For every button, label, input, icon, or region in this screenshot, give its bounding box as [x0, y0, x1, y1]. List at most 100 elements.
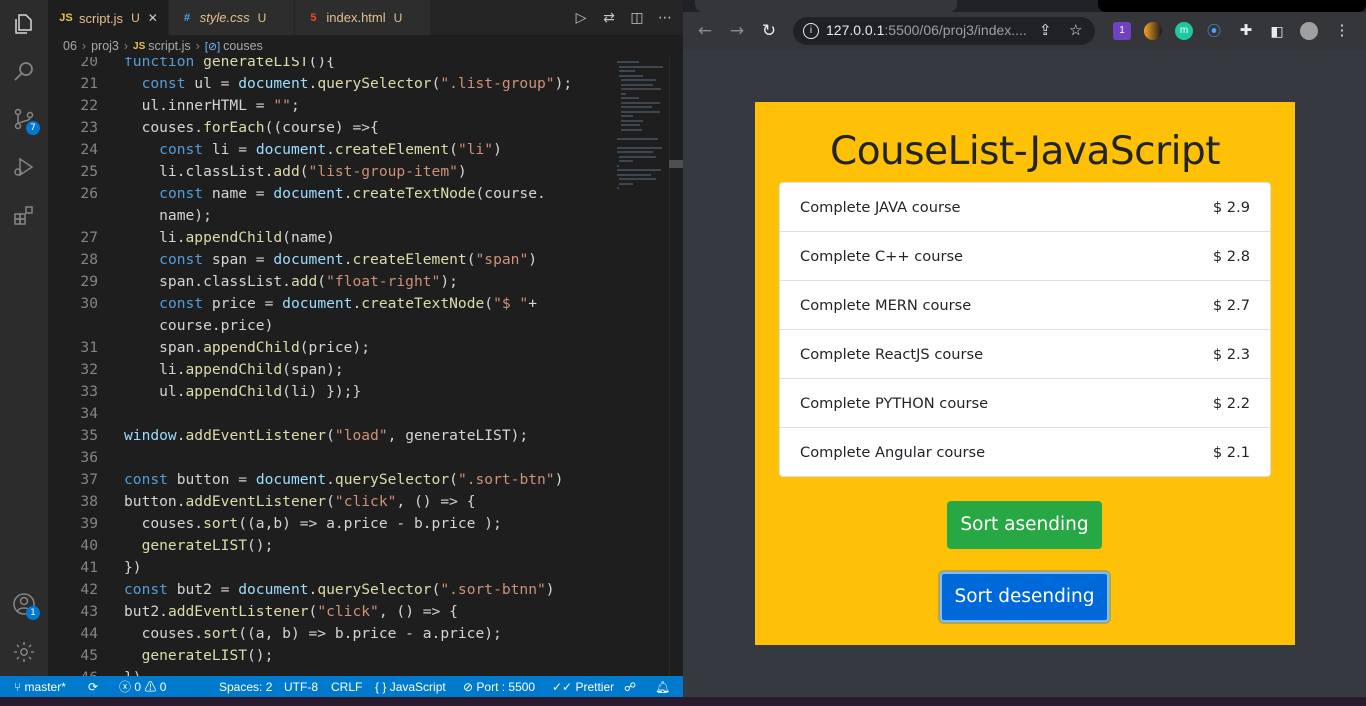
code-line[interactable]: 46}) [48, 667, 613, 676]
bookmark-star-icon[interactable]: ☆ [1069, 21, 1082, 39]
browser-tab[interactable] [1098, 0, 1366, 12]
code-line[interactable]: 21 const ul = document.querySelector(".l… [48, 73, 613, 95]
source-control-icon[interactable]: 7 [12, 107, 40, 135]
breadcrumb-folder[interactable]: proj3 [91, 39, 119, 53]
encoding-item[interactable]: UTF-8 [284, 676, 318, 698]
code-line[interactable]: 36 [48, 447, 613, 469]
code-line[interactable]: 39 couses.sort((a,b) => a.price - b.pric… [48, 513, 613, 535]
accounts-icon[interactable]: 1 [12, 592, 40, 620]
prettier-item[interactable]: ✓✓ Prettier [552, 676, 614, 698]
breadcrumb-folder[interactable]: 06 [63, 39, 77, 53]
line-number: 25 [80, 163, 98, 180]
live-server-item[interactable]: ⊘ Port : 5500 [463, 676, 535, 698]
minimap-line [619, 155, 656, 158]
editor-scrollbar[interactable] [669, 57, 683, 676]
language-item[interactable]: { } JavaScript [375, 676, 446, 698]
more-actions-icon[interactable]: ⋯ [657, 10, 673, 26]
sync-icon[interactable]: ⟳ [88, 676, 98, 698]
tab-index-html[interactable]: 5 index.html U ✕ [295, 0, 432, 35]
code-line[interactable]: 26 const name = document.createTextNode(… [48, 183, 613, 205]
line-number: 22 [80, 97, 98, 114]
code-line[interactable]: 41}) [48, 557, 613, 579]
tab-style-css[interactable]: # style.css U ✕ [168, 0, 296, 35]
js-file-icon: JS [59, 12, 73, 24]
eol-item[interactable]: CRLF [331, 676, 362, 698]
manage-gear-icon[interactable] [12, 640, 36, 664]
code-text: course.price) [124, 317, 274, 334]
notifications-bell-icon[interactable]: 🔔︎ [655, 676, 670, 698]
breadcrumb-symbol[interactable]: couses [223, 39, 263, 53]
scrollbar-thumb[interactable] [669, 160, 683, 168]
share-icon[interactable]: ⇪ [1039, 21, 1052, 39]
url-host: 127.0.0.1 [826, 22, 885, 38]
code-line[interactable]: name); [48, 205, 613, 227]
tab-strip [683, 0, 1366, 12]
sort-descending-button[interactable]: Sort desending [940, 572, 1109, 622]
side-panel-icon[interactable]: ◧ [1268, 22, 1286, 40]
minimap-line [621, 79, 657, 81]
feedback-icon[interactable]: ☍ [624, 676, 636, 698]
code-text: const span = document.createElement("spa… [159, 251, 538, 268]
sort-ascending-button[interactable]: Sort asending [947, 501, 1102, 549]
info-icon[interactable]: i [803, 23, 819, 39]
code-line[interactable]: 28 const span = document.createElement("… [48, 249, 613, 271]
run-debug-icon[interactable] [12, 155, 36, 179]
address-bar[interactable]: i 127.0.0.1:5500/06/proj3/index.... ⇪ ☆ [793, 17, 1095, 45]
split-editor-icon[interactable]: ◫ [629, 10, 645, 26]
code-line[interactable]: 45 generateLIST(); [48, 645, 613, 667]
code-line[interactable]: 43 but2.addEventListener("click", () => { [48, 601, 613, 623]
problems-item[interactable]: ⓧ 0 ⚠ 0 [119, 676, 166, 698]
code-line[interactable]: 42 const but2 = document.querySelector(".… [48, 579, 613, 601]
explorer-icon[interactable] [12, 12, 36, 36]
broadcast-extension-icon[interactable]: ⦿ [1205, 22, 1223, 40]
code-line[interactable]: course.price) [48, 315, 613, 337]
line-number: 46 [48, 667, 98, 676]
menu-dots-icon[interactable]: ⋮ [1333, 22, 1351, 40]
code-line[interactable]: 38 button.addEventListener("click", () =>… [48, 491, 613, 513]
profile-avatar[interactable] [1300, 22, 1318, 40]
browser-tab[interactable] [695, 0, 957, 12]
minimap-line [617, 137, 659, 140]
code-line[interactable]: 25 li.classList.add("list-group-item") [48, 161, 613, 183]
search-icon[interactable] [12, 59, 36, 83]
code-line[interactable]: 33 ul.appendChild(li) });} [48, 381, 613, 403]
reload-icon[interactable]: ↻ [759, 21, 779, 41]
forward-arrow-icon[interactable]: → [727, 21, 747, 41]
line-number: 29 [80, 273, 98, 290]
code-line[interactable]: 29 span.classList.add("float-right"); [48, 271, 613, 293]
puzzle-extensions-icon[interactable]: ✚ [1237, 22, 1255, 40]
code-editor[interactable]: 20 function generateLIST(){21 const ul = … [48, 57, 613, 676]
minimap[interactable] [613, 57, 669, 676]
run-icon[interactable]: ▷ [573, 10, 589, 26]
code-line[interactable]: 34 [48, 403, 613, 425]
code-line[interactable]: 31 span.appendChild(price); [48, 337, 613, 359]
code-line[interactable]: 23 couses.forEach((course) =>{ [48, 117, 613, 139]
tab-status: U [257, 10, 267, 25]
indentation-item[interactable]: Spaces: 2 [219, 676, 272, 698]
code-line[interactable]: 27 li.appendChild(name) [48, 227, 613, 249]
tab-script-js[interactable]: JS script.js U ✕ [48, 0, 169, 35]
moon-extension-icon[interactable] [1144, 22, 1162, 40]
code-line[interactable]: 35 window.addEventListener("load", genera… [48, 425, 613, 447]
breadcrumb-file[interactable]: script.js [148, 39, 190, 53]
code-line[interactable]: 44 couses.sort((a, b) => b.price - a.pri… [48, 623, 613, 645]
code-line[interactable]: 32 li.appendChild(span); [48, 359, 613, 381]
course-name: Complete JAVA course [800, 199, 961, 216]
code-line[interactable]: 20 function generateLIST(){ [48, 57, 613, 73]
branch-item[interactable]: ⑂ master* [14, 676, 66, 698]
line-number: 35 [80, 427, 98, 444]
page-title: CouseList-JavaScript [829, 129, 1221, 174]
compare-changes-icon[interactable]: ⇄ [601, 10, 617, 26]
m-extension-icon[interactable]: m [1175, 22, 1193, 40]
back-arrow-icon[interactable]: ← [695, 21, 715, 41]
code-line[interactable]: 22 ul.innerHTML = ""; [48, 95, 613, 117]
code-line[interactable]: 30 const price = document.createTextNode… [48, 293, 613, 315]
browser-tab[interactable] [961, 0, 1096, 12]
code-text: }) [124, 559, 142, 576]
code-line[interactable]: 24 const li = document.createElement("li… [48, 139, 613, 161]
extension-badge-icon[interactable]: 1 [1113, 22, 1131, 40]
close-icon[interactable]: ✕ [148, 11, 158, 25]
extensions-icon[interactable] [12, 204, 36, 228]
code-line[interactable]: 37 const button = document.querySelector(… [48, 469, 613, 491]
code-line[interactable]: 40 generateLIST(); [48, 535, 613, 557]
